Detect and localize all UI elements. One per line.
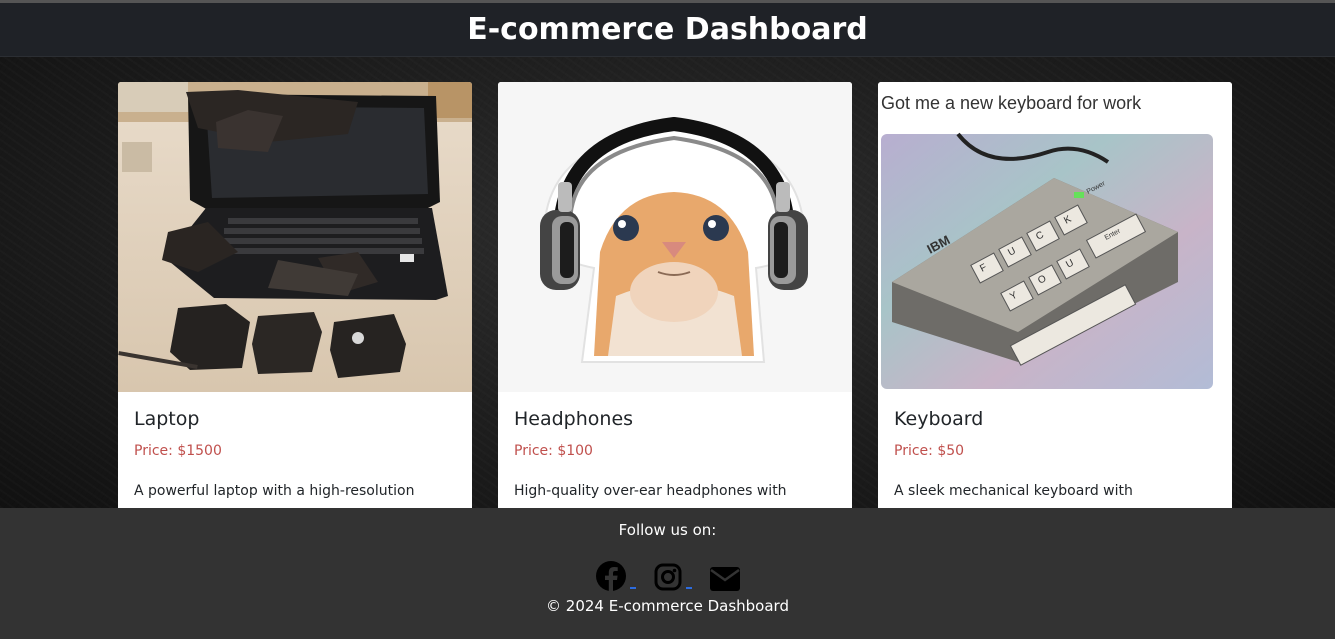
product-price: Price: $100	[514, 443, 593, 459]
product-card-keyboard[interactable]: Got me a new keyboard for work IBM Power	[878, 82, 1232, 508]
product-description: A sleek mechanical keyboard with	[894, 483, 1133, 499]
product-name: Headphones	[514, 408, 634, 430]
link-underline	[629, 587, 636, 589]
product-card-laptop[interactable]: Laptop Price: $1500 A powerful laptop wi…	[118, 82, 472, 508]
social-links	[0, 561, 1335, 591]
instagram-icon	[654, 563, 681, 591]
headphones-image	[498, 82, 852, 392]
facebook-icon	[595, 561, 626, 591]
product-description: A powerful laptop with a high-resolution	[134, 483, 415, 499]
follow-label: Follow us on:	[618, 521, 717, 539]
link-underline	[685, 587, 692, 589]
product-name: Keyboard	[894, 408, 984, 430]
page-footer: Follow us on: © 2024 E-commerce Dashboar…	[0, 508, 1335, 639]
product-grid: Laptop Price: $1500 A powerful laptop wi…	[0, 57, 1335, 508]
product-card-headphones[interactable]: Headphones Price: $100 High-quality over…	[498, 82, 852, 508]
mail-icon	[709, 567, 740, 591]
instagram-link[interactable]	[654, 561, 692, 591]
page-header: E-commerce Dashboard	[0, 3, 1335, 57]
keyboard-image: Got me a new keyboard for work IBM Power	[878, 82, 1232, 392]
laptop-image	[118, 82, 472, 392]
keyboard-image-caption: Got me a new keyboard for work	[881, 93, 1142, 113]
product-price: Price: $1500	[134, 443, 222, 459]
product-description: High-quality over-ear headphones with	[514, 483, 787, 499]
mail-link[interactable]	[709, 561, 740, 591]
copyright-text: © 2024 E-commerce Dashboard	[546, 597, 789, 615]
product-name: Laptop	[134, 408, 200, 430]
product-price: Price: $50	[894, 443, 965, 459]
page-title: E-commerce Dashboard	[467, 12, 868, 47]
facebook-link[interactable]	[595, 561, 636, 591]
